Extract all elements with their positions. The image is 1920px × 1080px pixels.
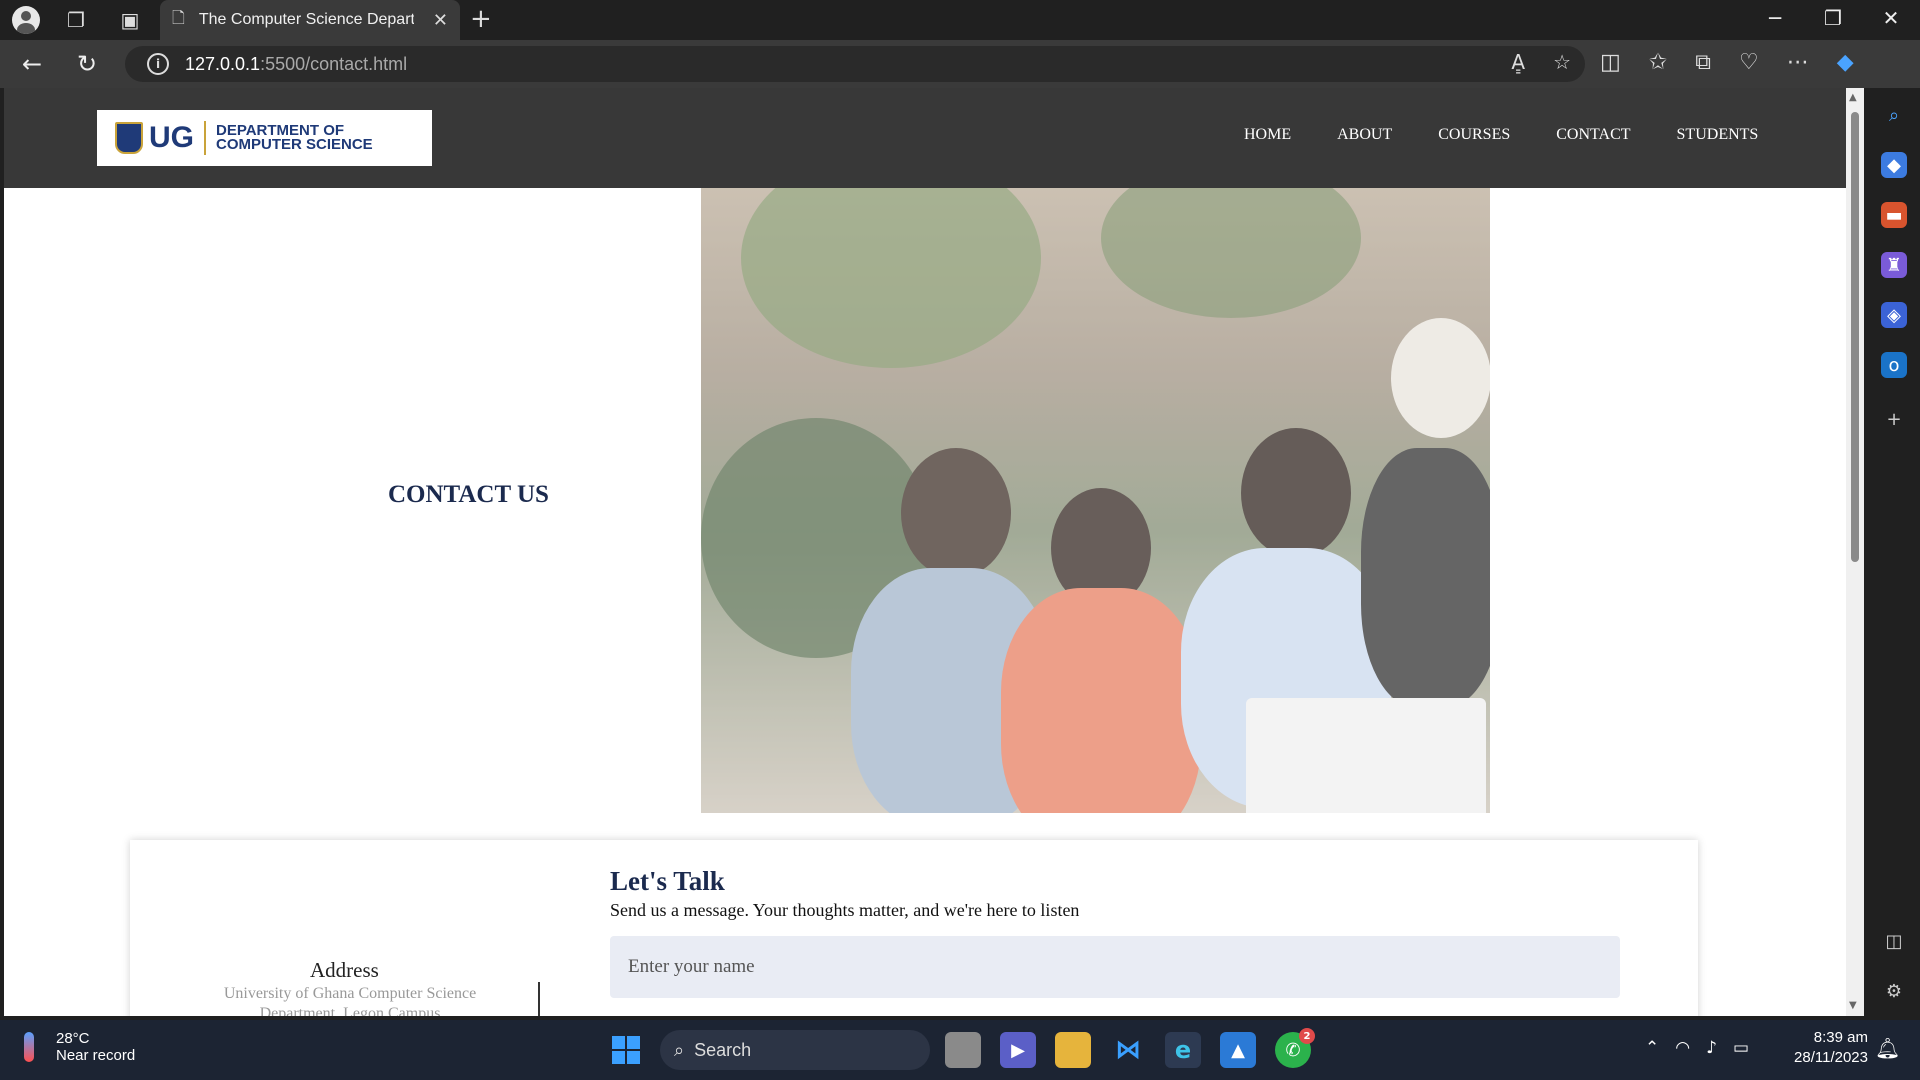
nav-home[interactable]: HOME xyxy=(1244,126,1291,144)
split-screen-icon[interactable]: ◫ xyxy=(1600,50,1621,75)
page-title: CONTACT US xyxy=(388,481,549,508)
site-header: UG DEPARTMENT OF COMPUTER SCIENCE HOME A… xyxy=(4,88,1846,188)
ug-crest-icon xyxy=(115,122,143,154)
lets-talk-subtitle: Send us a message. Your thoughts matter,… xyxy=(610,900,1080,920)
nav-courses[interactable]: COURSES xyxy=(1438,126,1510,144)
scroll-up-icon[interactable]: ▲ xyxy=(1849,92,1857,103)
wifi-icon[interactable]: ◠ xyxy=(1675,1038,1690,1058)
page-scrollbar[interactable]: ▲ ▼ xyxy=(1846,88,1864,1016)
nav-students[interactable]: STUDENTS xyxy=(1677,126,1759,144)
clock-time: 8:39 am xyxy=(1813,1029,1868,1046)
taskbar-search-label: Search xyxy=(694,1039,752,1060)
system-clock[interactable]: 8:39 am 28/11/2023 xyxy=(1780,1028,1868,1068)
tab-contact-page[interactable]: 🗋 The Computer Science Departme ✕ xyxy=(160,0,460,40)
lets-talk-heading: Let's Talk xyxy=(610,866,725,896)
microsoft365-icon[interactable]: ◈ xyxy=(1881,302,1907,328)
favorites-icon[interactable]: ✩ xyxy=(1649,50,1667,75)
back-arrow-icon[interactable]: ← xyxy=(22,50,42,78)
taskbar-search[interactable]: ⌕ Search xyxy=(660,1030,930,1070)
battery-icon[interactable]: ▭ xyxy=(1733,1038,1749,1058)
read-aloud-icon[interactable]: A͇ xyxy=(1511,50,1525,74)
department-logo[interactable]: UG DEPARTMENT OF COMPUTER SCIENCE xyxy=(97,110,432,166)
logo-ug-text: UG xyxy=(149,121,194,154)
vscode-icon[interactable]: ⋈ xyxy=(1110,1032,1146,1068)
edge-browser-icon[interactable]: e xyxy=(1165,1032,1201,1068)
games-icon[interactable]: ♜ xyxy=(1881,252,1907,278)
minimize-icon[interactable]: ─ xyxy=(1752,6,1798,30)
browser-toolbar: ◫ ✩ ⧉ ♡ ⋯ ◆ xyxy=(1600,50,1854,75)
hide-sidebar-icon[interactable]: ◫ xyxy=(1881,928,1907,954)
system-tray: ⌃ ◠ ♪ ▭ xyxy=(1645,1038,1749,1058)
task-view-icon[interactable] xyxy=(945,1032,981,1068)
weather-widget[interactable]: 28°C Near record xyxy=(24,1030,135,1064)
photos-app-icon[interactable]: ▲ xyxy=(1220,1032,1256,1068)
clock-date: 28/11/2023 xyxy=(1794,1049,1868,1066)
logo-department-text: DEPARTMENT OF COMPUTER SCIENCE xyxy=(216,122,373,153)
collections-icon[interactable]: ⧉ xyxy=(1695,50,1711,75)
tab-title: The Computer Science Departme xyxy=(198,11,414,28)
browser-tab-bar: ❐ ▣ 🗋 The Computer Science Departme ✕ + … xyxy=(0,0,1920,40)
weather-temperature: 28°C xyxy=(56,1030,90,1047)
hero-photo xyxy=(701,188,1490,813)
profile-icon[interactable] xyxy=(12,6,40,34)
search-icon: ⌕ xyxy=(674,1039,685,1060)
logo-divider xyxy=(204,121,206,155)
page-viewport: UG DEPARTMENT OF COMPUTER SCIENCE HOME A… xyxy=(4,88,1846,1016)
thermometer-icon xyxy=(24,1032,34,1062)
url-text: 127.0.0.1:5500/contact.html xyxy=(185,53,408,74)
teams-chat-icon[interactable]: ▶ xyxy=(1000,1032,1036,1068)
add-sidebar-app-icon[interactable]: + xyxy=(1881,406,1907,432)
restore-icon[interactable]: ❐ xyxy=(1810,6,1856,30)
windows-taskbar: 28°C Near record ⌕ Search ▶ ⋈ e ▲ ✆ 2 ⌃ ◠… xyxy=(0,1020,1920,1080)
tools-icon[interactable]: ▬ xyxy=(1881,202,1907,228)
whatsapp-badge: 2 xyxy=(1299,1028,1315,1044)
address-text: University of Ghana Computer Science Dep… xyxy=(223,985,477,1016)
file-explorer-icon[interactable] xyxy=(1055,1032,1091,1068)
scroll-down-icon[interactable]: ▼ xyxy=(1849,1000,1857,1011)
nav-about[interactable]: ABOUT xyxy=(1337,126,1392,144)
chevron-up-icon[interactable]: ⌃ xyxy=(1645,1038,1659,1058)
more-menu-icon[interactable]: ⋯ xyxy=(1787,50,1809,75)
new-tab-icon[interactable]: + xyxy=(470,4,492,34)
notification-bell-icon[interactable]: 🔔︎ xyxy=(1875,1036,1900,1060)
browser-essentials-icon[interactable]: ♡ xyxy=(1739,50,1759,75)
volume-icon[interactable]: ♪ xyxy=(1706,1038,1717,1058)
edge-sidebar: ⌕ ◆ ▬ ♜ ◈ o + ◫ ⚙ xyxy=(1868,88,1920,1020)
search-icon[interactable]: ⌕ xyxy=(1881,102,1907,128)
nav-contact[interactable]: CONTACT xyxy=(1556,126,1630,144)
address-divider xyxy=(538,982,540,1016)
page-icon: 🗋 xyxy=(172,7,185,27)
url-field[interactable]: i 127.0.0.1:5500/contact.html A͇ ☆ xyxy=(125,46,1585,82)
workspaces-icon[interactable]: ❐ xyxy=(62,6,90,34)
whatsapp-icon[interactable]: ✆ 2 xyxy=(1275,1028,1315,1068)
favorite-star-icon[interactable]: ☆ xyxy=(1553,50,1571,74)
address-heading: Address xyxy=(310,958,379,982)
sidebar-settings-icon[interactable]: ⚙ xyxy=(1881,978,1907,1004)
outlook-icon[interactable]: o xyxy=(1881,352,1907,378)
close-window-icon[interactable]: ✕ xyxy=(1868,6,1914,30)
start-windows-icon[interactable] xyxy=(608,1032,644,1068)
contact-card: Let's Talk Send us a message. Your thoug… xyxy=(130,840,1698,1016)
copilot-icon[interactable]: ◆ xyxy=(1837,50,1854,75)
vertical-tabs-icon[interactable]: ▣ xyxy=(116,6,144,34)
tab-close-icon[interactable]: ✕ xyxy=(433,10,448,31)
refresh-icon[interactable]: ↻ xyxy=(77,50,97,78)
shopping-tag-icon[interactable]: ◆ xyxy=(1881,152,1907,178)
name-input[interactable] xyxy=(610,936,1620,998)
weather-description: Near record xyxy=(56,1047,136,1064)
scroll-thumb[interactable] xyxy=(1851,112,1859,562)
site-info-icon[interactable]: i xyxy=(147,53,169,75)
main-nav: HOME ABOUT COURSES CONTACT STUDENTS xyxy=(1244,126,1758,144)
